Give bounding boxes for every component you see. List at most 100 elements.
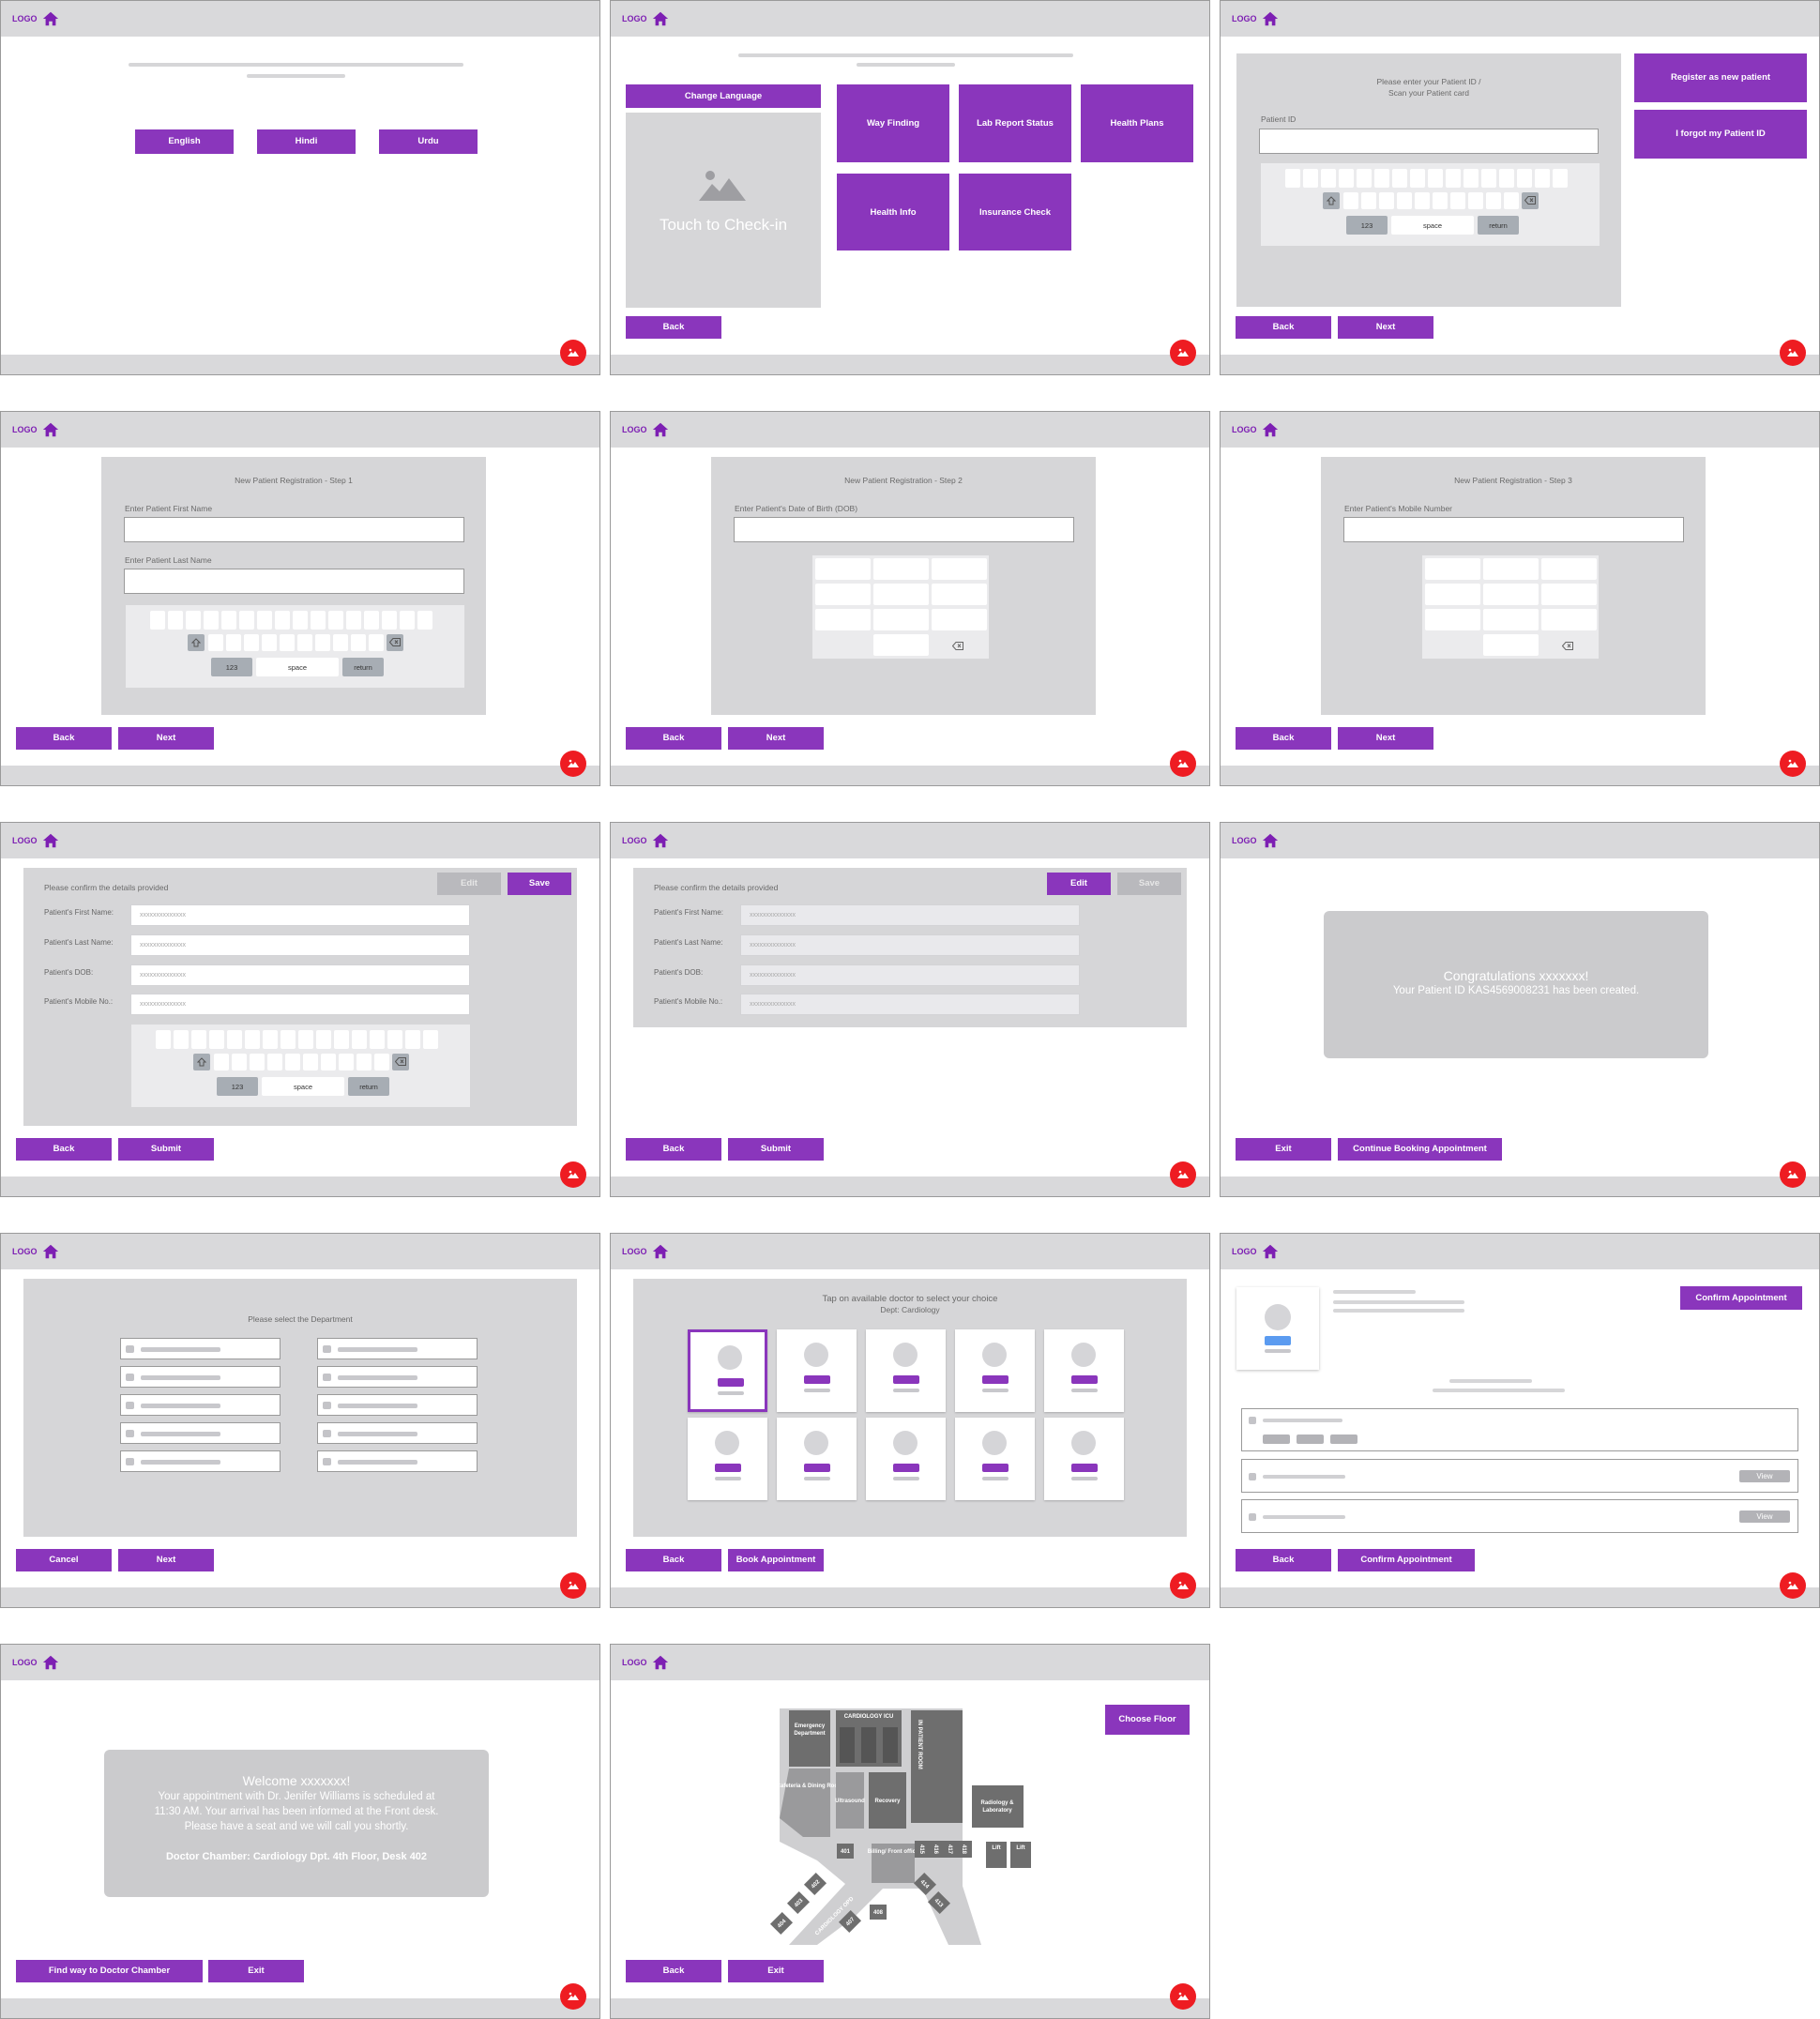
back-button[interactable]: Back — [626, 1138, 721, 1161]
keyboard-key[interactable] — [423, 1030, 438, 1049]
help-button[interactable] — [560, 1161, 586, 1188]
tile-way-finding[interactable]: Way Finding — [837, 84, 949, 162]
keyboard-key[interactable] — [298, 1030, 313, 1049]
num-key[interactable]: 123 — [211, 658, 252, 676]
slot-chip[interactable] — [1297, 1435, 1324, 1444]
keyboard-key[interactable] — [1374, 169, 1389, 188]
doctor-tile[interactable] — [866, 1329, 946, 1412]
shift-key[interactable] — [1323, 192, 1340, 209]
numpad-key[interactable] — [873, 584, 929, 605]
home-icon[interactable] — [1262, 832, 1279, 849]
keyboard-key[interactable] — [262, 634, 277, 651]
doctor-tile[interactable] — [688, 1418, 767, 1500]
keyboard-key[interactable] — [245, 1030, 260, 1049]
keyboard-key[interactable] — [1321, 169, 1336, 188]
help-button[interactable] — [1780, 751, 1806, 777]
exit-button[interactable]: Exit — [1236, 1138, 1331, 1161]
space-key[interactable]: space — [1391, 216, 1474, 235]
keyboard-key[interactable] — [293, 611, 308, 630]
help-button[interactable] — [560, 1572, 586, 1599]
keyboard-key[interactable] — [226, 634, 241, 651]
home-icon[interactable] — [42, 1654, 59, 1671]
keyboard-key[interactable] — [1428, 169, 1443, 188]
numpad-key[interactable] — [1541, 609, 1597, 630]
numpad-key[interactable] — [873, 609, 929, 630]
doctor-tile[interactable] — [777, 1418, 857, 1500]
edit-button[interactable]: Edit — [437, 873, 501, 895]
keyboard-key[interactable] — [214, 1054, 229, 1070]
space-key[interactable]: space — [256, 658, 339, 676]
keyboard-key[interactable] — [275, 611, 290, 630]
back-button[interactable]: Back — [16, 727, 112, 750]
numpad-key[interactable] — [1483, 558, 1539, 580]
language-button-hindi[interactable]: Hindi — [257, 129, 356, 154]
keyboard-key[interactable] — [303, 1054, 318, 1070]
space-key[interactable]: space — [262, 1077, 344, 1096]
return-key[interactable]: return — [1478, 216, 1519, 235]
numpad-key[interactable] — [1425, 584, 1480, 605]
language-button-urdu[interactable]: Urdu — [379, 129, 478, 154]
next-button[interactable]: Next — [1338, 316, 1433, 339]
keyboard-key[interactable] — [1481, 169, 1496, 188]
help-button[interactable] — [1170, 751, 1196, 777]
slot-chip[interactable] — [1330, 1435, 1357, 1444]
num-key[interactable]: 123 — [1346, 216, 1388, 235]
back-button[interactable]: Back — [626, 727, 721, 750]
book-appointment-button[interactable]: Book Appointment — [728, 1549, 824, 1571]
backspace-key[interactable] — [392, 1054, 409, 1070]
keyboard-key[interactable] — [1553, 169, 1568, 188]
tile-lab-report-status[interactable]: Lab Report Status — [959, 84, 1071, 162]
shift-key[interactable] — [193, 1054, 210, 1070]
department-option[interactable] — [317, 1422, 478, 1444]
keyboard-key[interactable] — [227, 1030, 242, 1049]
numpad-key[interactable] — [815, 584, 871, 605]
keyboard-key[interactable] — [370, 1030, 385, 1049]
keyboard-key[interactable] — [315, 634, 330, 651]
doctor-tile[interactable] — [688, 1329, 767, 1412]
backspace-icon[interactable] — [951, 638, 965, 650]
home-icon[interactable] — [652, 10, 669, 27]
back-button[interactable]: Back — [1236, 727, 1331, 750]
view-button[interactable]: View — [1739, 1510, 1790, 1523]
keyboard-key[interactable] — [285, 1054, 300, 1070]
keyboard-key[interactable] — [257, 611, 272, 630]
help-button[interactable] — [1780, 1161, 1806, 1188]
numpad-key[interactable] — [1425, 558, 1480, 580]
first-name-input[interactable] — [124, 517, 464, 542]
keyboard-key[interactable] — [244, 634, 259, 651]
department-option[interactable] — [120, 1338, 281, 1359]
keyboard-key[interactable] — [281, 1030, 296, 1049]
keyboard-key[interactable] — [204, 611, 219, 630]
department-option[interactable] — [120, 1450, 281, 1472]
keyboard-key[interactable] — [174, 1030, 189, 1049]
return-key[interactable]: return — [348, 1077, 389, 1096]
help-button[interactable] — [1780, 1572, 1806, 1599]
keyboard-key[interactable] — [250, 1054, 265, 1070]
home-icon[interactable] — [652, 1243, 669, 1260]
keyboard-key[interactable] — [339, 1054, 354, 1070]
keyboard-key[interactable] — [356, 1054, 372, 1070]
department-option[interactable] — [120, 1422, 281, 1444]
keyboard-key[interactable] — [405, 1030, 420, 1049]
keyboard-key[interactable] — [1361, 192, 1376, 209]
home-icon[interactable] — [652, 421, 669, 438]
slot-panel[interactable] — [1241, 1408, 1798, 1451]
home-icon[interactable] — [42, 832, 59, 849]
numpad-key[interactable] — [1483, 584, 1539, 605]
help-button[interactable] — [1170, 1983, 1196, 2010]
back-button[interactable]: Back — [626, 1960, 721, 1982]
keyboard-key[interactable] — [1392, 169, 1407, 188]
keyboard-key[interactable] — [346, 611, 361, 630]
keyboard-key[interactable] — [387, 1030, 402, 1049]
floor-map[interactable]: Emergency Department Cafeteria & Dining … — [761, 1701, 1061, 1945]
numpad-key[interactable] — [932, 584, 987, 605]
keyboard-key[interactable] — [1499, 169, 1514, 188]
home-icon[interactable] — [42, 421, 59, 438]
help-button[interactable] — [560, 340, 586, 366]
keyboard-key[interactable] — [321, 1054, 336, 1070]
keyboard-key[interactable] — [1285, 169, 1300, 188]
back-button[interactable]: Back — [1236, 316, 1331, 339]
doctor-tile[interactable] — [1044, 1418, 1124, 1500]
help-button[interactable] — [560, 751, 586, 777]
numpad-key[interactable] — [1483, 634, 1539, 656]
